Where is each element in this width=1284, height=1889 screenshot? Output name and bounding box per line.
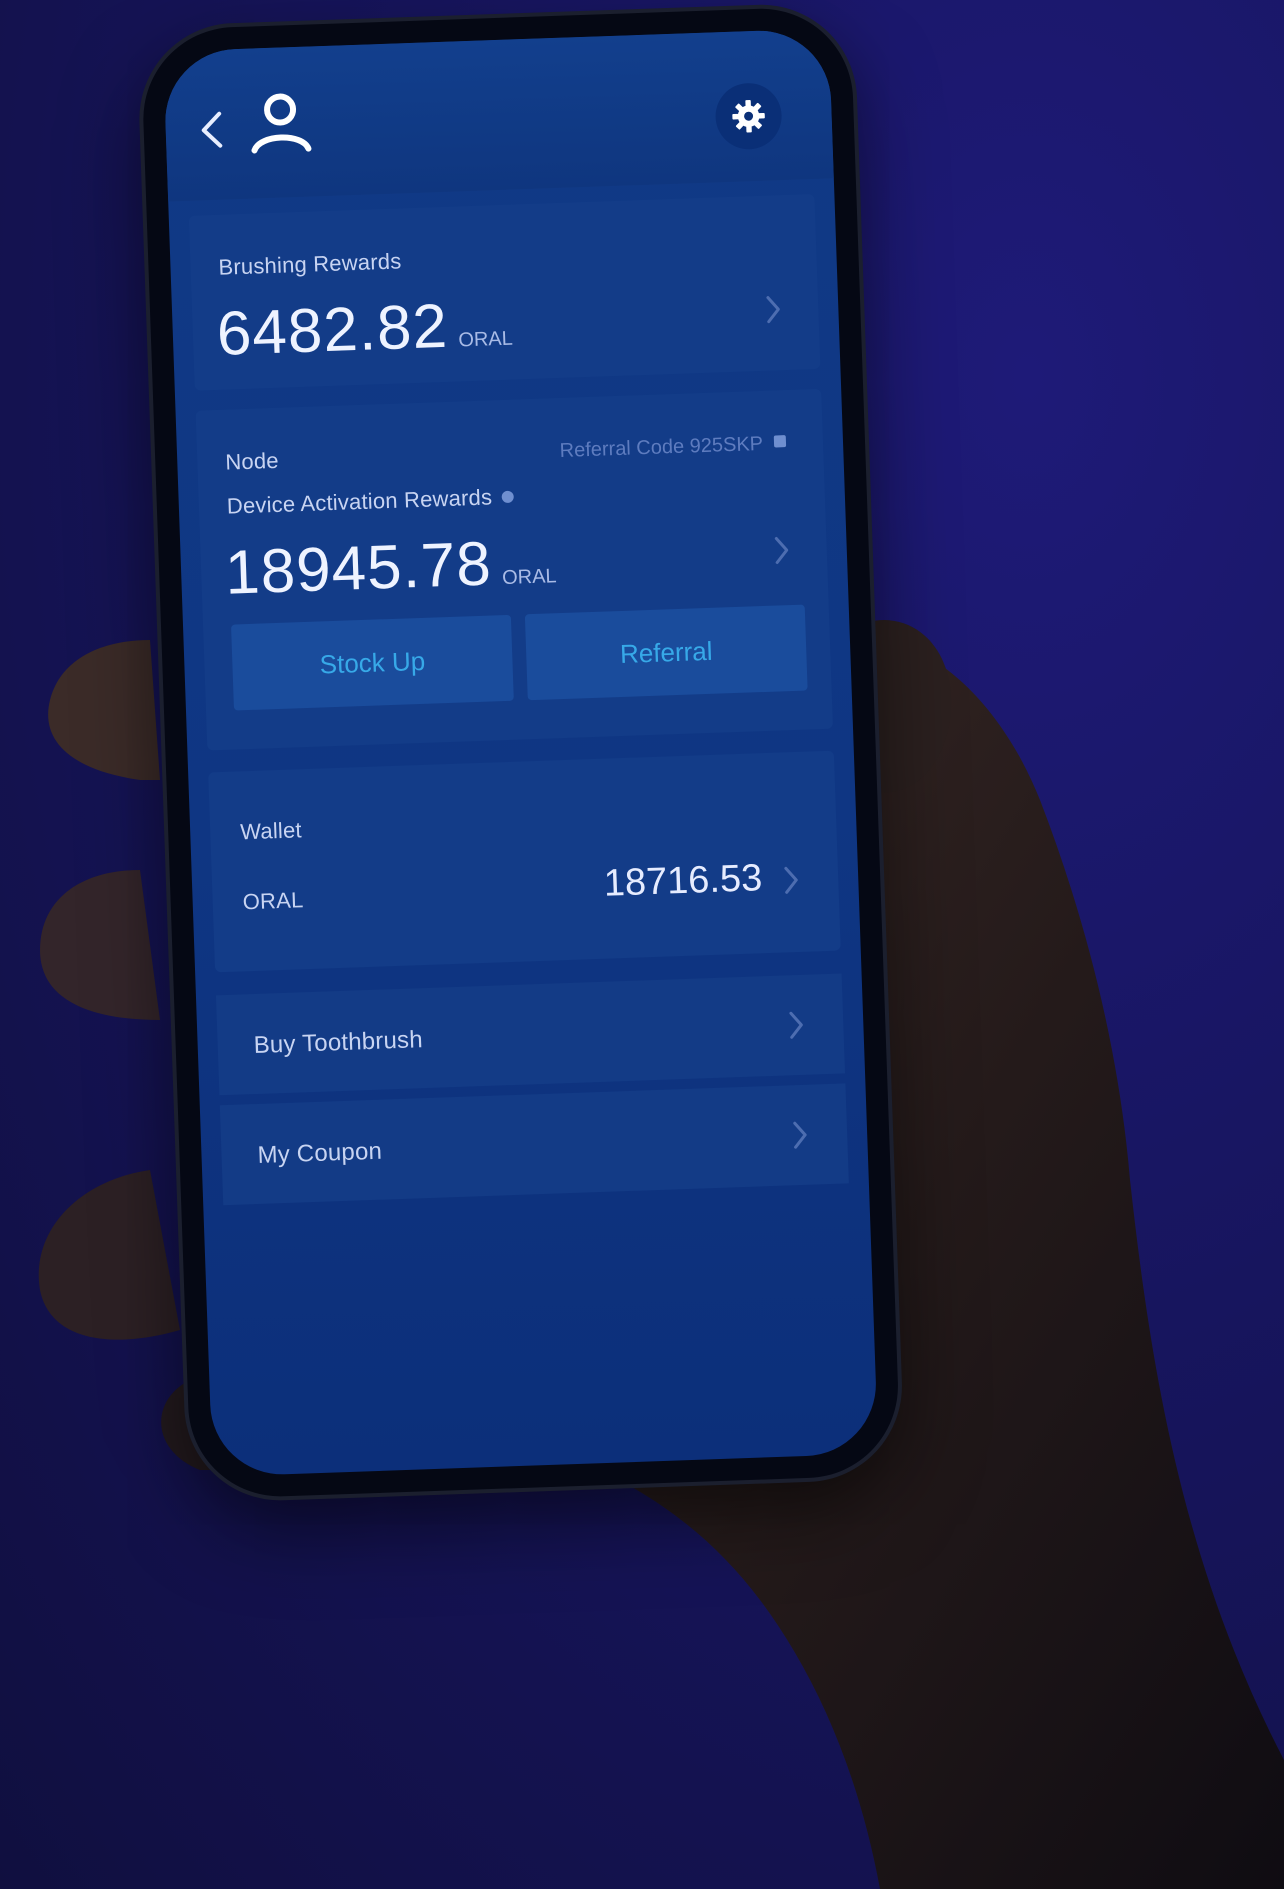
brushing-rewards-card[interactable]: Brushing Rewards 6482.82 ORAL [188,193,821,391]
chevron-right-icon [785,1007,808,1044]
wallet-label: Wallet [239,817,303,845]
copy-icon[interactable] [773,434,788,453]
chevron-right-icon [770,532,793,569]
device-activation-label: Device Activation Rewards [226,484,493,519]
buy-toothbrush-label: Buy Toothbrush [253,1026,424,1060]
top-bar [162,28,834,202]
wallet-amount: 18716.53 [603,857,763,905]
referral-code[interactable]: Referral Code 925SKP [559,432,787,463]
brushing-rewards-unit: ORAL [457,327,514,352]
device-activation-amount: 18945.78 [224,529,493,608]
device-activation-label-row: Device Activation Rewards [226,484,515,520]
brushing-rewards-label: Brushing Rewards [218,248,402,280]
my-coupon-label: My Coupon [257,1137,383,1169]
brushing-rewards-amount: 6482.82 [215,291,450,369]
my-coupon-row[interactable]: My Coupon [219,1083,849,1206]
user-icon [251,93,312,154]
node-label: Node [224,447,280,475]
device-activation-amount-row[interactable]: 18945.78 ORAL [224,526,557,609]
chevron-left-icon [201,111,223,148]
back-button[interactable] [191,99,233,160]
node-card: Node Referral Code 925SKP Device Activat… [195,388,834,751]
chevron-right-icon [789,1117,812,1154]
phone: Brushing Rewards 6482.82 ORAL Node Refer… [140,5,902,1500]
chevron-right-icon [762,291,785,328]
device-activation-unit: ORAL [501,565,557,590]
app-screen: Brushing Rewards 6482.82 ORAL Node Refer… [162,28,879,1477]
profile-button[interactable] [244,86,316,158]
wallet-coin-label: ORAL [242,887,304,915]
buy-toothbrush-row[interactable]: Buy Toothbrush [215,973,846,1096]
stock-up-button[interactable]: Stock Up [231,614,514,711]
chevron-right-icon [780,862,803,899]
settings-button[interactable] [714,82,783,151]
info-icon[interactable] [501,490,515,504]
referral-code-text: Referral Code 925SKP [559,432,764,462]
wallet-card[interactable]: Wallet ORAL 18716.53 [208,750,841,973]
referral-button[interactable]: Referral [524,604,808,701]
gear-icon [732,99,765,133]
brushing-rewards-amount-row: 6482.82 ORAL [216,289,514,370]
